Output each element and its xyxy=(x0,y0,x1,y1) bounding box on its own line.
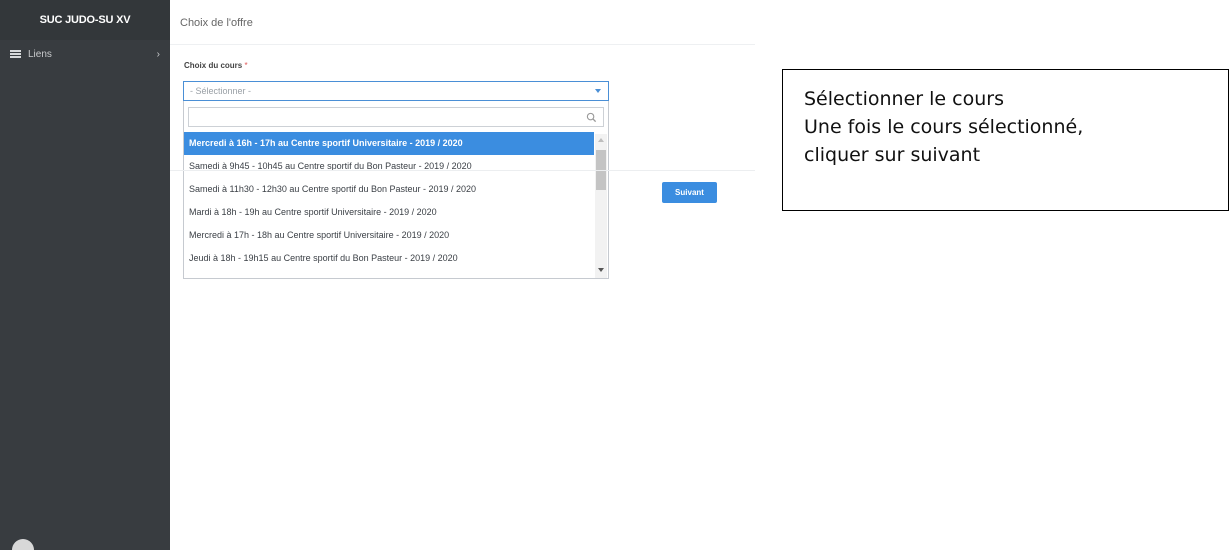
page-title: Choix de l'offre xyxy=(180,17,253,29)
option-list: Mercredi à 16h - 17h au Centre sportif U… xyxy=(184,132,594,270)
dropdown-search xyxy=(188,107,604,127)
option-item[interactable]: Samedi à 11h30 - 12h30 au Centre sportif… xyxy=(184,178,594,201)
brand-title: SUC JUDO-SU XV xyxy=(0,0,170,40)
chevron-right-icon: › xyxy=(156,48,160,60)
sidebar: SUC JUDO-SU XV Liens › xyxy=(0,0,170,550)
option-item[interactable]: Mercredi à 16h - 17h au Centre sportif U… xyxy=(184,132,594,155)
menu-icon xyxy=(10,50,21,58)
dropdown-scrollbar[interactable] xyxy=(595,134,607,278)
required-mark: * xyxy=(244,61,248,70)
page-header: Choix de l'offre xyxy=(170,0,755,45)
course-dropdown: Mercredi à 16h - 17h au Centre sportif U… xyxy=(183,101,609,279)
course-select[interactable]: - Sélectionner - xyxy=(183,81,609,101)
callout-line: Une fois le cours sélectionné, xyxy=(804,116,1084,138)
form-divider xyxy=(170,170,755,171)
dropdown-search-input[interactable] xyxy=(189,109,603,127)
option-item[interactable]: Mardi à 18h - 19h au Centre sportif Univ… xyxy=(184,201,594,224)
caret-down-icon xyxy=(595,89,601,93)
callout-line: cliquer sur suivant xyxy=(804,144,981,166)
search-icon xyxy=(586,112,597,123)
option-item[interactable]: Mercredi à 17h - 18h au Centre sportif U… xyxy=(184,224,594,247)
course-label-text: Choix du cours xyxy=(184,61,243,70)
course-field-label: Choix du cours * xyxy=(184,61,248,70)
next-button[interactable]: Suivant xyxy=(662,182,717,203)
callout-line: Sélectionner le cours xyxy=(804,88,1004,110)
sidebar-item-liens[interactable]: Liens › xyxy=(0,40,170,68)
select-placeholder: - Sélectionner - xyxy=(190,86,252,96)
option-item[interactable]: Samedi à 9h45 - 10h45 au Centre sportif … xyxy=(184,155,594,178)
scroll-up-icon[interactable] xyxy=(598,138,604,142)
option-item[interactable]: Jeudi à 18h - 19h15 au Centre sportif du… xyxy=(184,247,594,270)
scroll-down-icon[interactable] xyxy=(598,268,604,272)
sidebar-item-label: Liens xyxy=(28,48,52,60)
avatar[interactable] xyxy=(12,539,34,550)
instruction-callout: Sélectionner le cours Une fois le cours … xyxy=(782,69,1229,211)
